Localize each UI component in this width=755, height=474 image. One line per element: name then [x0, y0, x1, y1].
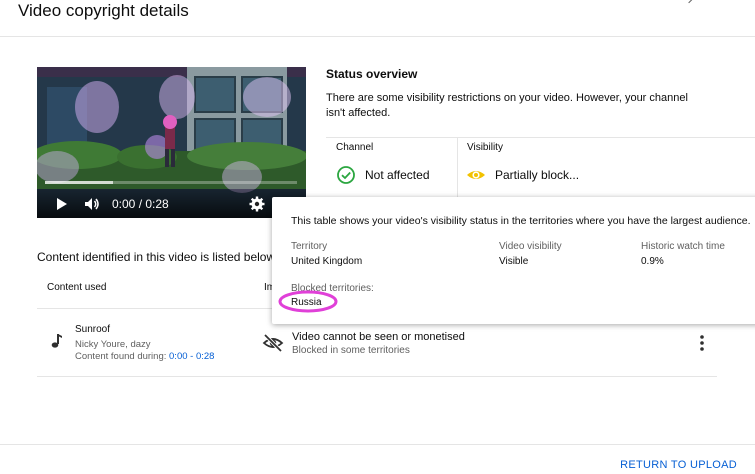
- visibility-label: Visibility: [467, 142, 503, 153]
- player-controls: 0:00 / 0:28: [37, 189, 306, 218]
- visibility-popup: This table shows your video's visibility…: [272, 197, 755, 324]
- page-title: Video copyright details: [18, 1, 189, 20]
- content-found-label: Content found during:: [75, 351, 167, 362]
- check-circle-icon: [336, 165, 356, 185]
- play-icon[interactable]: [52, 195, 70, 213]
- return-to-upload-button[interactable]: RETURN TO UPLOAD: [620, 459, 737, 471]
- popup-head-territory: Territory: [291, 241, 328, 252]
- progress-track[interactable]: [45, 181, 297, 184]
- more-vert-icon[interactable]: [694, 333, 710, 353]
- volume-icon[interactable]: [83, 195, 101, 213]
- status-divider: [326, 137, 755, 138]
- popup-watch-time: 0.9%: [641, 256, 664, 267]
- channel-status-value: Not affected: [365, 168, 430, 182]
- impact-title: Video cannot be seen or monetised: [292, 331, 465, 343]
- footer-divider: [0, 444, 755, 445]
- popup-intro: This table shows your video's visibility…: [291, 215, 751, 227]
- content-found-range[interactable]: 0:00 - 0:28: [169, 351, 214, 362]
- channel-label: Channel: [336, 142, 374, 153]
- popup-head-watch: Historic watch time: [641, 241, 725, 252]
- content-section-title: Content identified in this video is list…: [37, 250, 276, 264]
- song-artist: Nicky Youre, dazy: [75, 339, 151, 350]
- settings-icon[interactable]: [248, 195, 266, 213]
- impact-subtitle: Blocked in some territories: [292, 345, 410, 356]
- video-player[interactable]: 0:00 / 0:28: [37, 67, 306, 218]
- content-found: Content found during: 0:00 - 0:28: [75, 351, 214, 362]
- progress-fill: [45, 181, 114, 184]
- popup-territory: United Kingdom: [291, 256, 363, 267]
- header-divider: [0, 36, 755, 37]
- song-title: Sunroof: [75, 324, 111, 335]
- eye-icon: [466, 165, 486, 185]
- player-time: 0:00 / 0:28: [112, 197, 169, 211]
- table-row-divider: [37, 376, 717, 377]
- status-description: There are some visibility restrictions o…: [326, 92, 688, 119]
- popup-head-visibility: Video visibility: [499, 241, 562, 252]
- visibility-status-value[interactable]: Partially block...: [495, 167, 579, 183]
- eye-off-icon: [262, 332, 284, 354]
- popup-visibility: Visible: [499, 256, 529, 267]
- music-note-icon: [47, 331, 67, 351]
- status-title: Status overview: [326, 67, 418, 81]
- chevron-icon[interactable]: [684, 0, 694, 4]
- highlight-circle-annotation: [278, 290, 338, 313]
- column-header-content: Content used: [47, 282, 107, 293]
- status-column-divider: [457, 137, 458, 197]
